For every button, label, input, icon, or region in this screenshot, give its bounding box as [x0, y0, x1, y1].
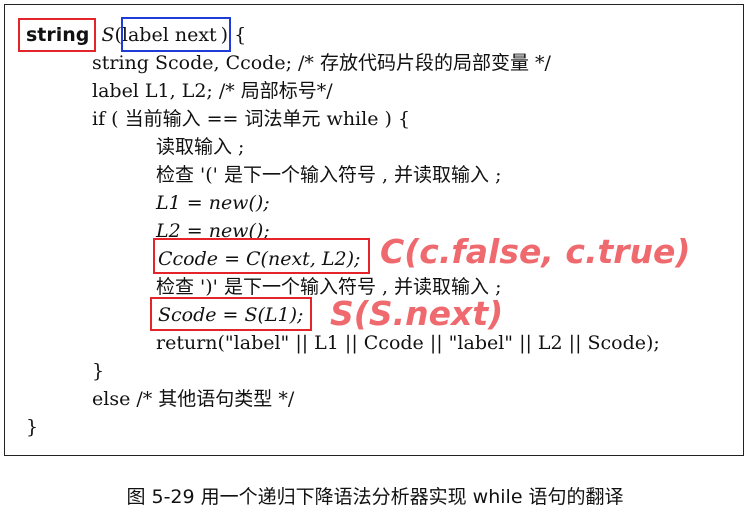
code-line-13: }: [92, 360, 105, 382]
code-line-5: 读取输入 ;: [156, 136, 245, 158]
code-line-2: string Scode, Ccode; /* 存放代码片段的局部变量 */: [92, 52, 551, 74]
code-line-7: L1 = new();: [156, 192, 270, 214]
code-line-3: label L1, L2; /* 局部标号*/: [92, 80, 333, 102]
code-line-12: return("label" || L1 || Ccode || "label"…: [156, 332, 660, 354]
s-call-highlight: [150, 297, 312, 331]
code-line-14: else /* 其他语句类型 */: [92, 388, 295, 410]
code-line-15: }: [26, 416, 39, 438]
figure-caption: 图 5-29 用一个递归下降语法分析器实现 while 语句的翻译: [126, 486, 624, 508]
code-line-4: if ( 当前输入 == 词法单元 while ) {: [92, 108, 411, 130]
return-type-highlight: [18, 18, 96, 52]
parameter-highlight: [121, 17, 231, 52]
c-call-annotation: C(c.false, c.true): [380, 232, 691, 271]
s-call-annotation: S(S.next): [330, 294, 504, 333]
function-name: S: [101, 24, 115, 46]
c-call-highlight: [153, 238, 370, 274]
code-line-6: 检查 '(' 是下一个输入符号 , 并读取输入 ;: [156, 164, 502, 186]
